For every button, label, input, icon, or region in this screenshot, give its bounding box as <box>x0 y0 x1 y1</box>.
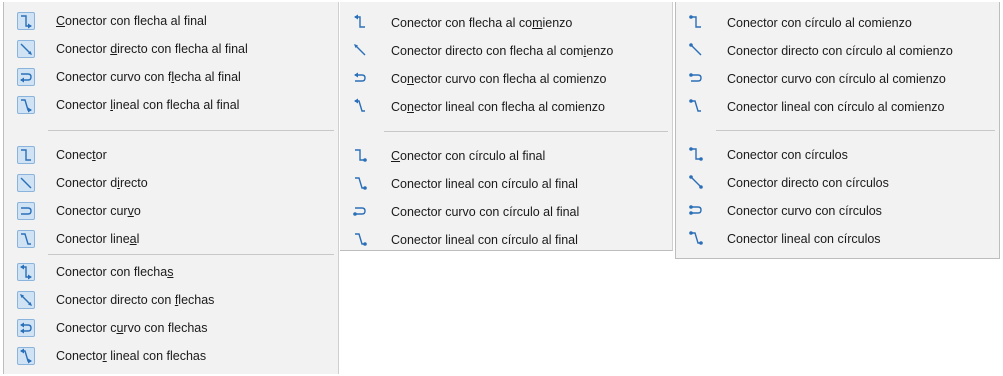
straight-connector-arrow-end-icon <box>17 40 35 58</box>
curved-connector-icon <box>17 202 35 220</box>
line-connector-circle-start-icon <box>688 98 706 116</box>
menu-item-label: Conector lineal con círculo al final <box>391 233 578 247</box>
menu-item[interactable]: Conector curvo con flecha al comienzo <box>340 65 672 93</box>
line-connector-arrow-end-icon <box>17 96 35 114</box>
menu-item-label: Conector directo con círculos <box>727 176 889 190</box>
menu-item-label: Conector curvo con flechas <box>56 321 208 335</box>
menu-item[interactable]: Conector directo con flecha al final <box>4 35 338 63</box>
menu-item-label: Conector directo con flecha al final <box>56 42 248 56</box>
menu-item-label: Conector curvo con círculos <box>727 204 882 218</box>
line-connector-arrow-start-icon <box>352 98 370 116</box>
menu-item[interactable]: Conector <box>4 141 338 169</box>
menu-item-label: Conector lineal con flechas <box>56 349 207 363</box>
menu-item[interactable]: Conector lineal con flecha al comienzo <box>340 93 672 121</box>
menu-item-label: Conector con círculos <box>727 148 848 162</box>
line-connector-circle-end-icon <box>352 175 370 193</box>
menu-item-label: Conector curvo con círculo al comienzo <box>727 72 946 86</box>
menu-separator <box>384 131 668 132</box>
line-connector-circles-icon <box>688 230 706 248</box>
curved-connector-circles-icon <box>688 202 706 220</box>
menu-item[interactable]: Conector con círculo al final <box>340 142 672 170</box>
menu-item[interactable]: Conector lineal con círculo al final <box>340 226 672 254</box>
menu-item[interactable]: Conector curvo con círculo al comienzo <box>676 65 999 93</box>
connector-circles-icon <box>688 146 706 164</box>
connector-circle-end-icon <box>352 147 370 165</box>
connector-arrow-start-icon <box>352 14 370 32</box>
connector-arrow-end-icon <box>17 12 35 30</box>
menu-item[interactable]: Conector curvo con círculo al final <box>340 198 672 226</box>
menu-item-label: Conector lineal con círculos <box>727 232 881 246</box>
menu-item-label: Conector lineal con círculo al comienzo <box>727 100 945 114</box>
menu-item-label: Conector con círculo al comienzo <box>727 16 912 30</box>
straight-connector-arrows-icon <box>17 291 35 309</box>
curved-connector-arrows-icon <box>17 319 35 337</box>
menu-item-label: Conector curvo con círculo al final <box>391 205 580 219</box>
connector-icon <box>17 146 35 164</box>
menu-item[interactable]: Conector directo con flechas <box>4 286 338 314</box>
menu-separator <box>716 130 995 131</box>
menu-item-label: Conector directo <box>56 176 148 190</box>
menu-item-label: Conector directo con flecha al comienzo <box>391 44 614 58</box>
menu-item[interactable]: Conector con círculo al comienzo <box>676 9 999 37</box>
menu-item[interactable]: Conector con flecha al comienzo <box>340 9 672 37</box>
line-connector-icon <box>17 230 35 248</box>
menu-item-label: Conector con flecha al comienzo <box>391 16 573 30</box>
connector-circle-start-icon <box>688 14 706 32</box>
menu-item[interactable]: Conector con flechas <box>4 258 338 286</box>
straight-connector-arrow-start-icon <box>352 42 370 60</box>
menu-item[interactable]: Conector lineal con flecha al final <box>4 91 338 119</box>
connector-menu-1: Conector con flecha al final Conector dir… <box>3 2 339 374</box>
menu-item[interactable]: Conector con flecha al final <box>4 7 338 35</box>
connector-arrows-icon <box>17 263 35 281</box>
menu-item-label: Conector con flechas <box>56 265 174 279</box>
curved-connector-circle-start-icon <box>688 70 706 88</box>
menu-item[interactable]: Conector directo con flecha al comienzo <box>340 37 672 65</box>
connector-menu-2: Conector con flecha al comienzo Conector … <box>340 2 673 251</box>
menu-item[interactable]: Conector lineal con círculo al comienzo <box>676 93 999 121</box>
menu-item[interactable]: Conector directo <box>4 169 338 197</box>
menu-separator <box>48 254 334 255</box>
line-connector-arrows-icon <box>17 347 35 365</box>
menu-item-label: Conector con círculo al final <box>391 149 546 163</box>
menu-item-label: Conector directo con flechas <box>56 293 215 307</box>
menu-item[interactable]: Conector lineal con círculo al final <box>340 170 672 198</box>
menu-item-label: Conector curvo con flecha al final <box>56 70 241 84</box>
curved-connector-arrow-start-icon <box>352 70 370 88</box>
menu-item-label: Conector curvo <box>56 204 141 218</box>
menu-item-label: Conector con flecha al final <box>56 14 207 28</box>
menu-item[interactable]: Conector con círculos <box>676 141 999 169</box>
menu-separator <box>48 130 334 131</box>
menu-item[interactable]: Conector lineal con flechas <box>4 342 338 370</box>
menu-item-label: Conector lineal con flecha al final <box>56 98 240 112</box>
menu-item[interactable]: Conector curvo con flechas <box>4 314 338 342</box>
menu-item[interactable]: Conector directo con círculos <box>676 169 999 197</box>
menu-item-label: Conector lineal con flecha al comienzo <box>391 100 606 114</box>
menu-item[interactable]: Conector directo con círculo al comienzo <box>676 37 999 65</box>
menu-item[interactable]: Conector curvo con flecha al final <box>4 63 338 91</box>
straight-connector-icon <box>17 174 35 192</box>
straight-connector-circle-start-icon <box>688 42 706 60</box>
menu-item-label: Conector directo con círculo al comienzo <box>727 44 953 58</box>
menu-item[interactable]: Conector curvo <box>4 197 338 225</box>
menu-item-label: Conector lineal <box>56 232 140 246</box>
connector-menu-3: Conector con círculo al comienzo Conector… <box>675 2 1000 259</box>
curved-connector-arrow-end-icon <box>17 68 35 86</box>
curved-connector-circle-end-icon <box>352 203 370 221</box>
menu-item-label: Conector lineal con círculo al final <box>391 177 578 191</box>
menu-item-label: Conector curvo con flecha al comienzo <box>391 72 607 86</box>
menu-item[interactable]: Conector lineal con círculos <box>676 225 999 253</box>
line-connector-circle-end-icon-2 <box>352 231 370 249</box>
menu-item[interactable]: Conector curvo con círculos <box>676 197 999 225</box>
straight-connector-circles-icon <box>688 174 706 192</box>
menu-item-label: Conector <box>56 148 107 162</box>
menu-item[interactable]: Conector lineal <box>4 225 338 253</box>
